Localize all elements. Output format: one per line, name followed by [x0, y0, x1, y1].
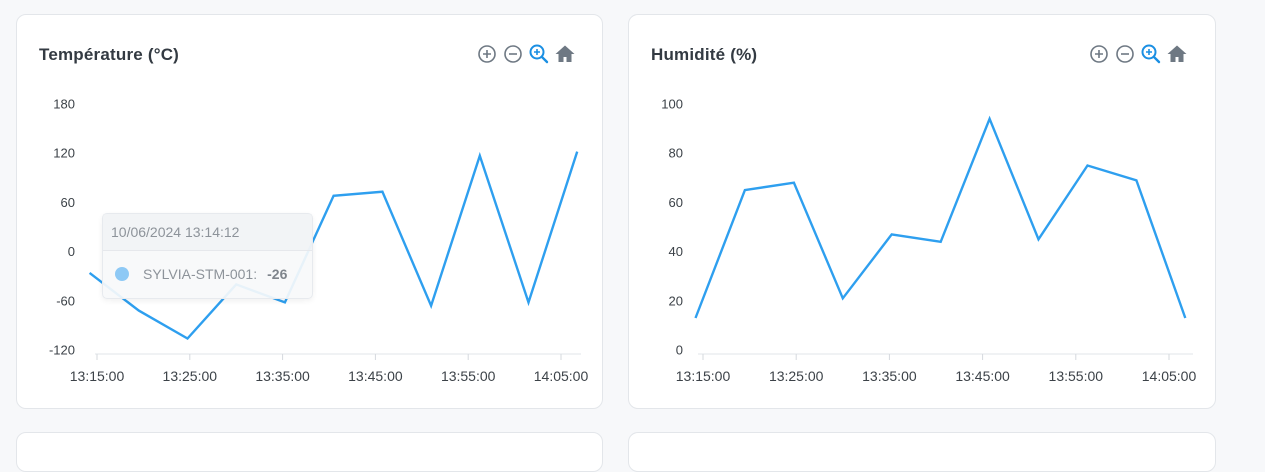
- next-card-left: [16, 432, 603, 472]
- tooltip-series-name: SYLVIA-STM-001:: [143, 266, 258, 282]
- tooltip-series-row: SYLVIA-STM-001: -26: [115, 266, 287, 282]
- y-tick-label: -60: [56, 293, 75, 308]
- y-tick-label: 80: [669, 146, 683, 161]
- series-color-dot: [115, 267, 129, 281]
- y-tick-label: 40: [669, 244, 683, 259]
- y-tick-label: -120: [49, 343, 75, 358]
- x-tick-label: 13:45:00: [348, 368, 403, 384]
- humidity-card: Humidité (%) 100 80 60 40 20 0 13:15:00 13:25:0…: [628, 14, 1216, 409]
- y-tick-label: 20: [669, 293, 683, 308]
- y-tick-label: 100: [661, 97, 683, 112]
- x-tick-label: 13:15:00: [676, 368, 731, 384]
- temperature-card: Température (°C) 180 120 60 0 -60 -120 13:15:0…: [16, 14, 603, 409]
- x-tick-label: 14:05:00: [534, 368, 589, 384]
- chart-tooltip: 10/06/2024 13:14:12 SYLVIA-STM-001: -26: [102, 213, 313, 299]
- humidity-line-chart[interactable]: 100 80 60 40 20 0 13:15:00 13:25:00 13:35:00 13:4…: [629, 15, 1217, 410]
- x-tick-label: 14:05:00: [1142, 368, 1197, 384]
- y-tick-label: 60: [61, 195, 75, 210]
- x-tick-label: 13:55:00: [441, 368, 496, 384]
- y-tick-label: 60: [669, 195, 683, 210]
- y-tick-label: 180: [53, 97, 75, 112]
- y-tick-label: 120: [53, 146, 75, 161]
- x-tick-label: 13:15:00: [70, 368, 125, 384]
- x-tick-label: 13:25:00: [769, 368, 824, 384]
- y-tick-label: 0: [676, 343, 683, 358]
- series-line: [694, 115, 1187, 319]
- x-tick-label: 13:25:00: [163, 368, 218, 384]
- x-tick-label: 13:45:00: [955, 368, 1010, 384]
- y-tick-label: 0: [68, 244, 75, 259]
- tooltip-series-value: -26: [267, 266, 288, 282]
- next-card-right: [628, 432, 1216, 472]
- x-tick-label: 13:55:00: [1049, 368, 1104, 384]
- x-tick-label: 13:35:00: [255, 368, 310, 384]
- x-tick-label: 13:35:00: [862, 368, 917, 384]
- tooltip-timestamp: 10/06/2024 13:14:12: [103, 214, 312, 251]
